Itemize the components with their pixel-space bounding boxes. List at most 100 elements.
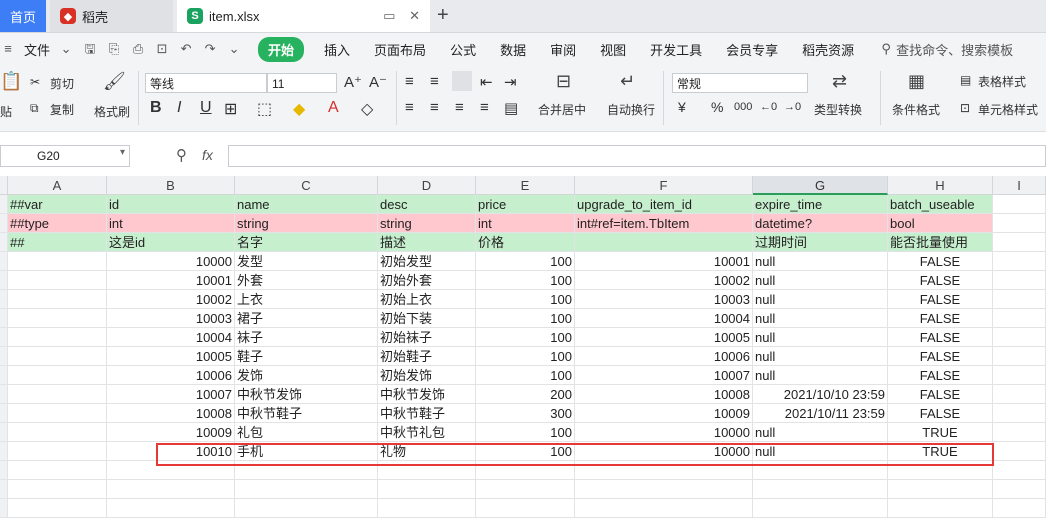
menu-page-layout[interactable]: 页面布局 <box>374 40 426 59</box>
cell-e[interactable]: int <box>476 214 575 233</box>
decrease-font-icon[interactable]: A⁻ <box>369 73 387 91</box>
cell-a[interactable] <box>8 423 107 442</box>
cell-i[interactable] <box>993 290 1046 309</box>
cell-d[interactable]: desc <box>378 195 476 214</box>
cell-b[interactable]: 10001 <box>107 271 235 290</box>
redo-icon[interactable]: ↷ <box>202 41 218 57</box>
cell-h[interactable]: FALSE <box>888 347 993 366</box>
increase-decimal-icon[interactable]: ←0 <box>760 101 777 113</box>
cell-i[interactable] <box>993 480 1046 499</box>
cell-a[interactable] <box>8 366 107 385</box>
cell-e[interactable] <box>476 461 575 480</box>
undo-icon[interactable]: ↶ <box>178 41 194 57</box>
cell-g[interactable]: null <box>753 442 888 461</box>
cell-d[interactable]: 初始鞋子 <box>378 347 476 366</box>
cell-f[interactable]: upgrade_to_item_id <box>575 195 753 214</box>
cell-h[interactable]: batch_useable <box>888 195 993 214</box>
cell-i[interactable] <box>993 328 1046 347</box>
cell-i[interactable] <box>993 252 1046 271</box>
cell-i[interactable] <box>993 499 1046 518</box>
cell-h[interactable]: TRUE <box>888 423 993 442</box>
new-tab-button[interactable]: + <box>437 4 449 27</box>
tab-home[interactable]: 首页 <box>0 0 46 32</box>
cell-c[interactable] <box>235 499 378 518</box>
cell-c[interactable]: 裙子 <box>235 309 378 328</box>
cell-e[interactable]: price <box>476 195 575 214</box>
cell-style-button[interactable]: 单元格样式 <box>978 101 1038 118</box>
cell-d[interactable] <box>378 461 476 480</box>
cell-f[interactable]: 10001 <box>575 252 753 271</box>
currency-icon[interactable]: ¥ <box>678 99 686 115</box>
cell-d[interactable]: string <box>378 214 476 233</box>
distributed-icon[interactable]: ▤ <box>504 99 518 117</box>
cell-f[interactable]: int#ref=item.TbItem <box>575 214 753 233</box>
cell-f[interactable]: 10003 <box>575 290 753 309</box>
cell-g[interactable] <box>753 461 888 480</box>
cell-g[interactable]: null <box>753 347 888 366</box>
save-icon[interactable]: 🖫 <box>82 41 98 57</box>
cell-d[interactable]: 初始袜子 <box>378 328 476 347</box>
outdent-icon[interactable]: ⇤ <box>480 73 493 91</box>
cell-i[interactable] <box>993 385 1046 404</box>
cell-b[interactable]: id <box>107 195 235 214</box>
cell-e[interactable]: 100 <box>476 309 575 328</box>
cell-a[interactable] <box>8 252 107 271</box>
underline-icon[interactable]: U <box>200 99 212 117</box>
row-header[interactable] <box>0 461 8 480</box>
copy-button[interactable]: 复制 <box>50 101 74 118</box>
row-header[interactable] <box>0 347 8 366</box>
conditional-format-button[interactable]: 条件格式 <box>892 101 940 118</box>
align-bottom-icon[interactable] <box>452 71 472 91</box>
row-header[interactable] <box>0 499 8 518</box>
cell-h[interactable] <box>888 499 993 518</box>
cell-d[interactable]: 初始上衣 <box>378 290 476 309</box>
row-header[interactable] <box>0 271 8 290</box>
cell-b[interactable] <box>107 499 235 518</box>
font-color-icon[interactable]: A <box>328 99 339 117</box>
file-dropdown-icon[interactable]: ⌄ <box>58 41 74 57</box>
cell-c[interactable] <box>235 480 378 499</box>
cell-b[interactable]: 10004 <box>107 328 235 347</box>
row-header[interactable] <box>0 195 8 214</box>
cell-b[interactable]: 10002 <box>107 290 235 309</box>
cell-f[interactable]: 10007 <box>575 366 753 385</box>
formula-input[interactable] <box>228 145 1046 167</box>
cell-g[interactable]: null <box>753 271 888 290</box>
cell-a[interactable] <box>8 385 107 404</box>
align-top-icon[interactable]: ≡ <box>405 73 414 90</box>
italic-icon[interactable]: I <box>177 99 181 117</box>
row-header[interactable] <box>0 214 8 233</box>
cell-a[interactable] <box>8 480 107 499</box>
cell-h[interactable]: TRUE <box>888 442 993 461</box>
number-format-select[interactable]: 常规 <box>672 73 808 93</box>
cell-g[interactable]: null <box>753 290 888 309</box>
cell-c[interactable]: 上衣 <box>235 290 378 309</box>
cell-g[interactable]: 2021/10/10 23:59 <box>753 385 888 404</box>
bold-icon[interactable]: B <box>150 99 162 117</box>
wrap-text-icon[interactable]: ↵ <box>620 71 635 92</box>
menu-view[interactable]: 视图 <box>600 40 626 59</box>
column-header-h[interactable]: H <box>888 176 993 195</box>
cell-f[interactable] <box>575 499 753 518</box>
cut-icon[interactable]: ✂ <box>30 75 40 89</box>
cell-h[interactable]: 能否批量使用 <box>888 233 993 252</box>
cell-g[interactable]: null <box>753 328 888 347</box>
cell-e[interactable]: 100 <box>476 328 575 347</box>
cell-b[interactable]: int <box>107 214 235 233</box>
cell-d[interactable] <box>378 480 476 499</box>
cell-h[interactable]: FALSE <box>888 366 993 385</box>
cell-b[interactable]: 10006 <box>107 366 235 385</box>
cell-a[interactable] <box>8 309 107 328</box>
cell-a[interactable] <box>8 290 107 309</box>
print-icon[interactable]: ⎙ <box>130 41 146 57</box>
conditional-format-icon[interactable]: ▦ <box>908 71 925 92</box>
align-middle-icon[interactable]: ≡ <box>430 73 439 90</box>
cell-c[interactable]: 外套 <box>235 271 378 290</box>
cell-h[interactable] <box>888 480 993 499</box>
column-header-g[interactable]: G <box>753 176 888 195</box>
format-painter-button[interactable]: 格式刷 <box>94 103 130 120</box>
cell-c[interactable]: 中秋节发饰 <box>235 385 378 404</box>
format-painter-icon[interactable]: 🖌 <box>103 71 126 92</box>
cell-g[interactable] <box>753 480 888 499</box>
cell-a[interactable] <box>8 461 107 480</box>
